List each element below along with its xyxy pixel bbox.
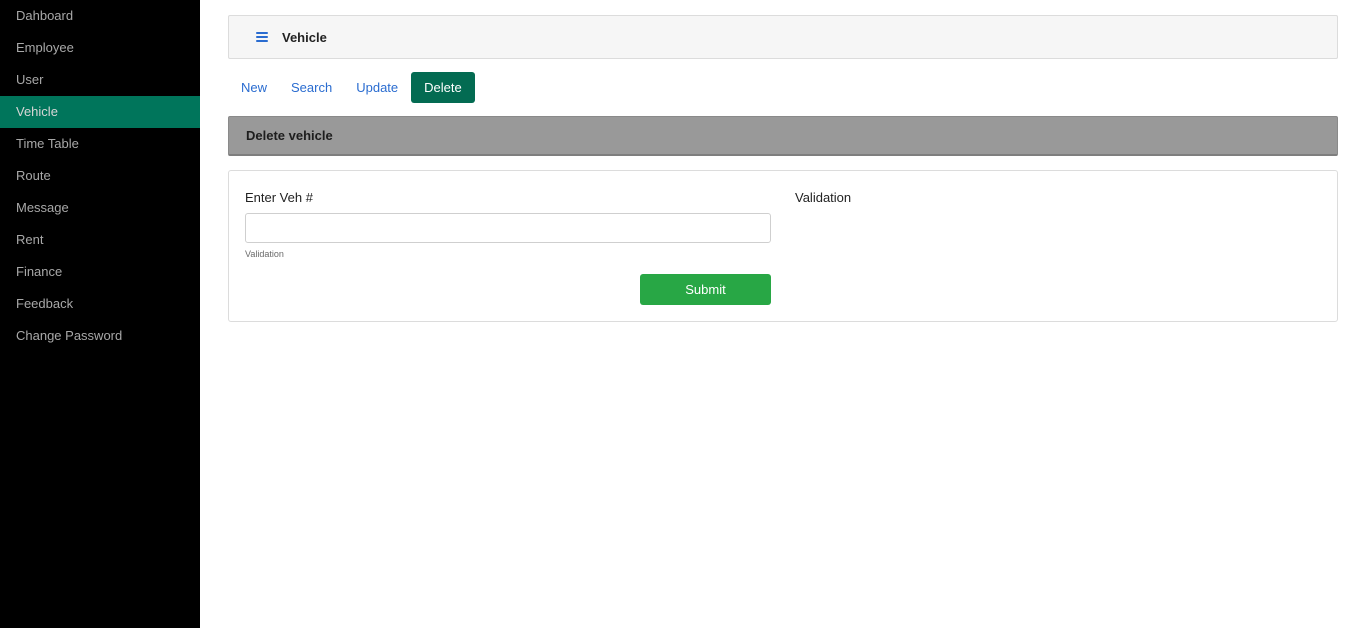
- validation-label: Validation: [795, 190, 852, 205]
- sidebar-item-message[interactable]: Message: [0, 192, 200, 224]
- hamburger-menu-icon[interactable]: [256, 32, 268, 42]
- tab-delete[interactable]: Delete: [411, 72, 475, 103]
- sidebar-item-user[interactable]: User: [0, 64, 200, 96]
- vehicle-number-help-text: Validation: [245, 249, 284, 259]
- tab-new[interactable]: New: [228, 72, 279, 103]
- delete-vehicle-form: Enter Veh # Validation Submit Validation: [228, 170, 1338, 322]
- section-title: Delete vehicle: [228, 116, 1338, 156]
- sidebar-item-vehicle[interactable]: Vehicle: [0, 96, 200, 128]
- action-tabs: New Search Update Delete: [228, 72, 1338, 103]
- sidebar-item-route[interactable]: Route: [0, 160, 200, 192]
- sidebar-item-finance[interactable]: Finance: [0, 256, 200, 288]
- vehicle-number-input[interactable]: [245, 213, 771, 243]
- sidebar-item-rent[interactable]: Rent: [0, 224, 200, 256]
- page-title: Vehicle: [282, 29, 327, 45]
- page-header: Vehicle: [228, 15, 1338, 59]
- sidebar: Dahboard Employee User Vehicle Time Tabl…: [0, 0, 200, 628]
- tab-search[interactable]: Search: [279, 72, 344, 103]
- sidebar-item-feedback[interactable]: Feedback: [0, 288, 200, 320]
- sidebar-item-employee[interactable]: Employee: [0, 32, 200, 64]
- sidebar-item-dashboard[interactable]: Dahboard: [0, 0, 200, 32]
- vehicle-number-label: Enter Veh #: [245, 190, 313, 205]
- tab-update[interactable]: Update: [344, 72, 410, 103]
- main-content: Vehicle New Search Update Delete Delete …: [228, 15, 1338, 322]
- sidebar-item-time-table[interactable]: Time Table: [0, 128, 200, 160]
- submit-button[interactable]: Submit: [640, 274, 771, 305]
- sidebar-item-change-password[interactable]: Change Password: [0, 320, 200, 352]
